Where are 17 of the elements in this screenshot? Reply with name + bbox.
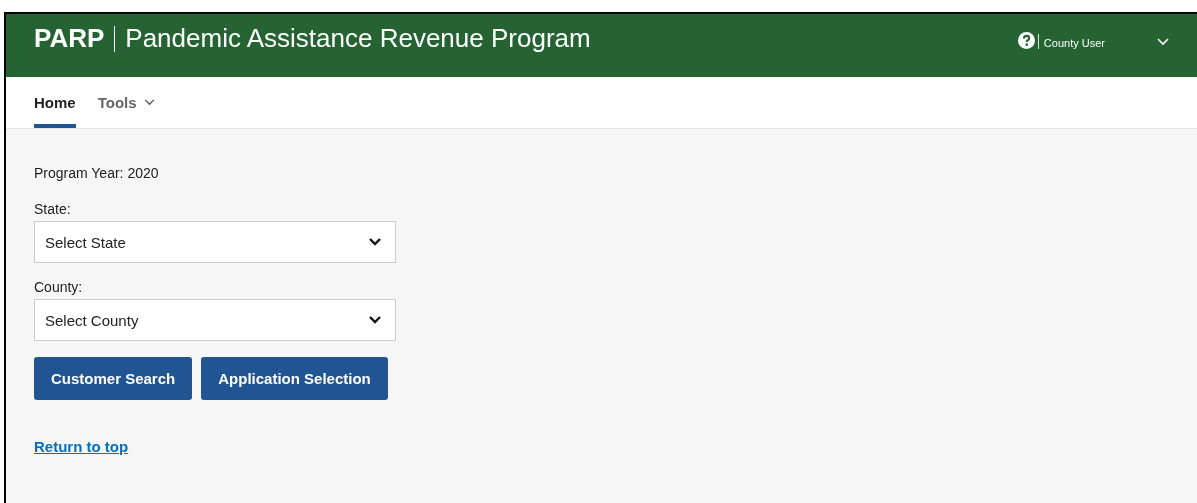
- help-icon[interactable]: [1017, 32, 1035, 49]
- brand-logo: PARP: [34, 23, 105, 54]
- nav-tab[interactable]: Tools: [97, 77, 155, 128]
- select-dropdown[interactable]: Select County: [34, 299, 396, 341]
- action-button[interactable]: Customer Search: [34, 357, 193, 400]
- user-name[interactable]: County User: [1043, 36, 1105, 49]
- return-to-top-link[interactable]: Return to top: [34, 438, 129, 455]
- action-button[interactable]: Application Selection: [201, 357, 388, 400]
- chevron-down-icon: [369, 316, 381, 324]
- chevron-down-icon[interactable]: [1157, 37, 1169, 46]
- field-label: County:: [34, 279, 84, 295]
- chevron-down-icon: [369, 238, 381, 246]
- app-title: Pandemic Assistance Revenue Program: [125, 23, 591, 54]
- field-label: State:: [34, 201, 72, 217]
- select-dropdown[interactable]: Select State: [34, 221, 396, 263]
- nav-tab[interactable]: Home: [34, 77, 76, 128]
- program-year: Program Year: 2020: [34, 165, 160, 181]
